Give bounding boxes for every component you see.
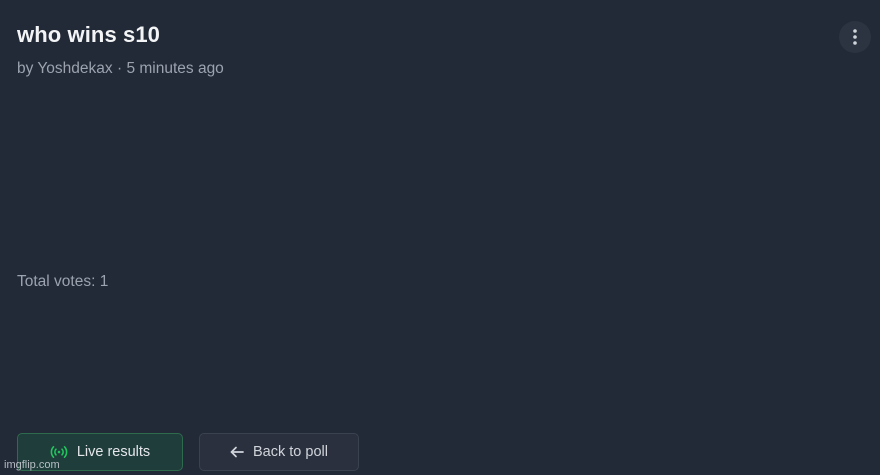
more-options-button[interactable] xyxy=(839,21,871,53)
back-to-poll-button[interactable]: Back to poll xyxy=(199,433,359,471)
poll-meta: by Yoshdekax · 5 minutes ago xyxy=(17,60,224,77)
live-results-label: Live results xyxy=(76,444,151,460)
back-to-poll-label: Back to poll xyxy=(253,444,328,460)
poll-title: who wins s10 xyxy=(17,22,161,47)
more-vertical-icon xyxy=(853,29,857,45)
arrow-left-icon xyxy=(230,446,244,458)
broadcast-icon xyxy=(50,445,68,459)
watermark: imgflip.com xyxy=(4,459,60,471)
total-votes: Total votes: 1 xyxy=(17,273,109,290)
